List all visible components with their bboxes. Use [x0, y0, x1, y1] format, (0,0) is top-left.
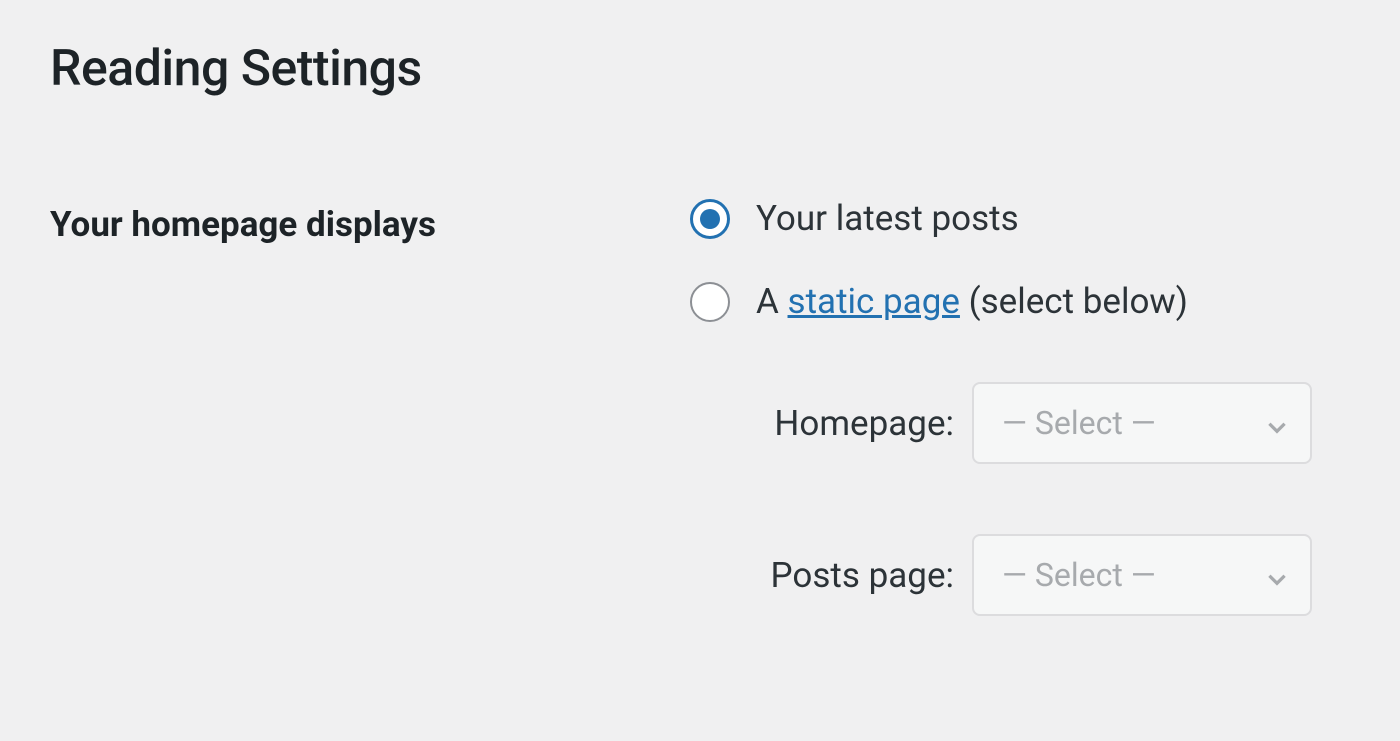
homepage-displays-controls: Your latest posts A static page (select …	[690, 198, 1350, 686]
chevron-down-icon	[1264, 562, 1290, 588]
posts-page-select-row: Posts page: — Select —	[690, 534, 1350, 616]
homepage-select[interactable]: — Select —	[972, 382, 1312, 464]
radio-option-latest-posts[interactable]: Your latest posts	[690, 198, 1350, 239]
homepage-select-label: Homepage:	[744, 403, 954, 444]
radio-label-latest-posts: Your latest posts	[756, 198, 1019, 239]
page-selects-group: Homepage: — Select — Posts page: — Selec…	[690, 382, 1350, 616]
radio-option-static-page[interactable]: A static page (select below)	[690, 281, 1350, 322]
homepage-displays-row: Your homepage displays Your latest posts…	[50, 198, 1350, 686]
posts-page-select[interactable]: — Select —	[972, 534, 1312, 616]
posts-page-select-value: — Select —	[1002, 556, 1156, 594]
radio-button-icon	[690, 199, 730, 239]
radio-label-static-page: A static page (select below)	[756, 281, 1188, 322]
page-title: Reading Settings	[50, 40, 1350, 98]
homepage-select-value: — Select —	[1002, 404, 1156, 442]
posts-page-select-label: Posts page:	[744, 555, 954, 596]
homepage-select-row: Homepage: — Select —	[690, 382, 1350, 464]
homepage-displays-label: Your homepage displays	[50, 198, 690, 245]
chevron-down-icon	[1264, 410, 1290, 436]
static-page-link[interactable]: static page	[788, 281, 960, 322]
radio-button-icon	[690, 282, 730, 322]
